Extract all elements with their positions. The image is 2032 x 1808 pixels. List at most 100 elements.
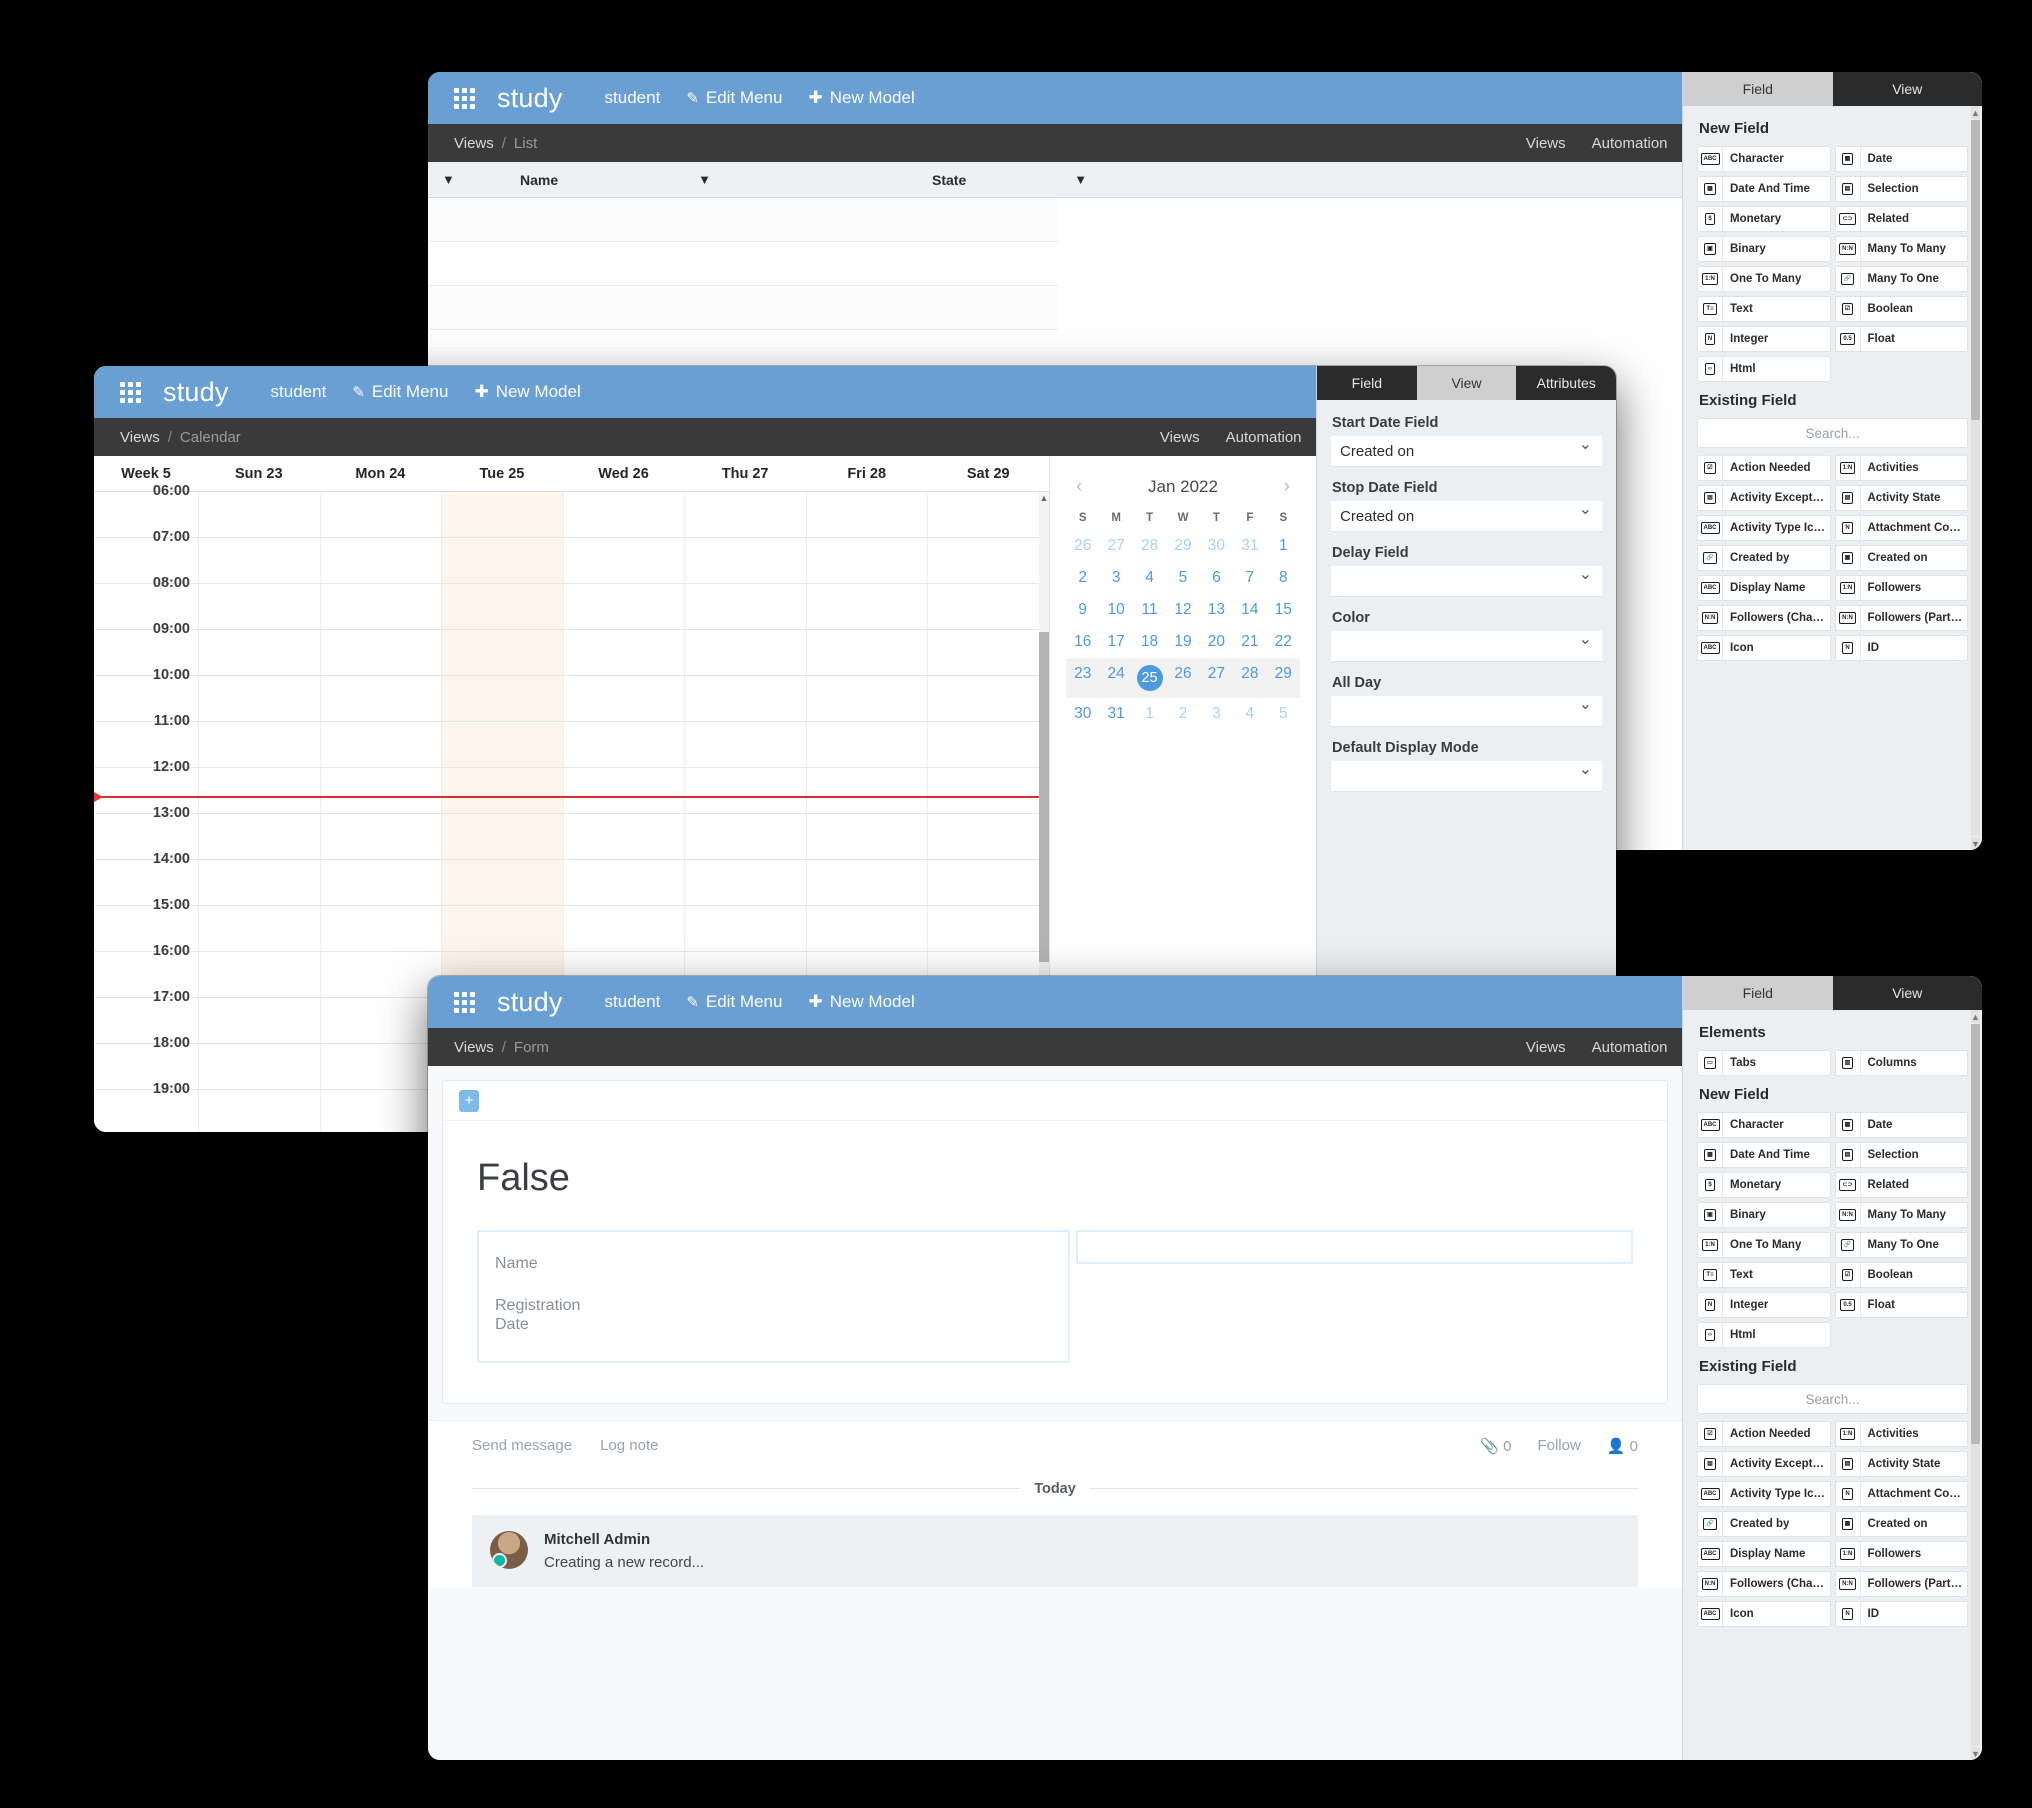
- datepicker-day[interactable]: 29: [1166, 530, 1199, 562]
- field-type-binary[interactable]: ▣ Binary: [1697, 236, 1831, 262]
- tab-view[interactable]: View: [1833, 72, 1983, 106]
- tab-field[interactable]: Field: [1317, 366, 1417, 400]
- edit-menu-button[interactable]: ✎ Edit Menu: [686, 992, 782, 1012]
- datepicker-day[interactable]: 19: [1166, 626, 1199, 658]
- field-type-character[interactable]: ABC Display Name: [1697, 1541, 1831, 1567]
- scroll-up-icon[interactable]: ▲: [1971, 1010, 1980, 1023]
- subbar-link-automation[interactable]: Automation: [1226, 429, 1302, 446]
- field-type-many-to-many[interactable]: N:N Followers (Part…: [1834, 1571, 1968, 1597]
- calendar-col-header[interactable]: Sun 23: [198, 456, 320, 491]
- tab-field[interactable]: Field: [1683, 976, 1833, 1010]
- existing-field-search-input[interactable]: Search...: [1697, 1384, 1968, 1414]
- field-type-many-to-many[interactable]: N:N Many To Many: [1834, 1202, 1968, 1228]
- view-attribute-select[interactable]: Created on: [1331, 434, 1602, 467]
- datepicker-day[interactable]: 6: [1200, 562, 1233, 594]
- datepicker-day[interactable]: 26: [1166, 658, 1199, 698]
- calendar-col-header[interactable]: Wed 26: [563, 456, 685, 491]
- datepicker-day[interactable]: 10: [1099, 594, 1132, 626]
- send-message-button[interactable]: Send message: [472, 1437, 572, 1454]
- subbar-link-automation[interactable]: Automation: [1592, 135, 1668, 152]
- new-model-button[interactable]: ✚ New Model: [808, 88, 914, 108]
- calendar-hour-row[interactable]: 09:00: [94, 621, 1049, 676]
- calendar-hour-row[interactable]: 11:00: [94, 713, 1049, 768]
- field-type-boolean[interactable]: ☑ Boolean: [1834, 296, 1968, 322]
- panel-scrollbar[interactable]: ▲ ▼: [1971, 1010, 1980, 1760]
- field-type-selection[interactable]: ▤ Selection: [1834, 176, 1968, 202]
- datepicker-day[interactable]: 5: [1166, 562, 1199, 594]
- table-row[interactable]: [428, 286, 1058, 330]
- datepicker-day[interactable]: 27: [1099, 530, 1132, 562]
- field-type-binary[interactable]: ▣ Binary: [1697, 1202, 1831, 1228]
- datepicker-day[interactable]: 3: [1099, 562, 1132, 594]
- datepicker-day[interactable]: 9: [1066, 594, 1099, 626]
- menu-item-student[interactable]: student: [605, 992, 661, 1012]
- field-type-integer[interactable]: N Integer: [1697, 1292, 1831, 1318]
- field-type-integer[interactable]: N Attachment Co…: [1834, 515, 1968, 541]
- field-type-datetime[interactable]: ▦ Created on: [1834, 545, 1968, 571]
- field-type-one-to-many[interactable]: 1:N One To Many: [1697, 1232, 1831, 1258]
- field-type-integer[interactable]: N Attachment Co…: [1834, 1481, 1968, 1507]
- view-attribute-select[interactable]: Created on: [1331, 499, 1602, 532]
- calendar-col-header[interactable]: Thu 27: [684, 456, 806, 491]
- edit-menu-button[interactable]: ✎ Edit Menu: [686, 88, 782, 108]
- field-type-character[interactable]: ABC Icon: [1697, 635, 1831, 661]
- field-type-integer[interactable]: N Integer: [1697, 326, 1831, 352]
- field-type-integer[interactable]: N ID: [1834, 635, 1968, 661]
- calendar-hour-row[interactable]: 14:00: [94, 851, 1049, 906]
- calendar-col-header[interactable]: Tue 25: [441, 456, 563, 491]
- calendar-col-header[interactable]: Fri 28: [806, 456, 928, 491]
- field-type-selection[interactable]: ▤ Activity Except…: [1697, 485, 1831, 511]
- field-type-datetime[interactable]: ▦ Created on: [1834, 1511, 1968, 1537]
- tab-view[interactable]: View: [1833, 976, 1983, 1010]
- calendar-hour-row[interactable]: 10:00: [94, 667, 1049, 722]
- subbar-link-views[interactable]: Views: [1160, 429, 1200, 446]
- datepicker-day[interactable]: 12: [1166, 594, 1199, 626]
- calendar-col-header[interactable]: Mon 24: [320, 456, 442, 491]
- field-type-many-to-one[interactable]: 🔗 Created by: [1697, 545, 1831, 571]
- prev-month-button[interactable]: ‹: [1066, 476, 1092, 498]
- calendar-hour-row[interactable]: 07:00: [94, 529, 1049, 584]
- calendar-col-header[interactable]: Sat 29: [927, 456, 1049, 491]
- field-type-character[interactable]: ABC Character: [1697, 1112, 1831, 1138]
- form-empty-slot[interactable]: [1076, 1230, 1633, 1264]
- field-type-many-to-one[interactable]: 🔗 Many To One: [1834, 1232, 1968, 1258]
- field-type-character[interactable]: ABC Icon: [1697, 1601, 1831, 1627]
- tab-attributes[interactable]: Attributes: [1516, 366, 1616, 400]
- list-header-select[interactable]: ▼: [428, 172, 520, 187]
- field-type-float[interactable]: 0.5 Float: [1834, 326, 1968, 352]
- breadcrumb-root[interactable]: Views: [454, 135, 494, 152]
- new-model-button[interactable]: ✚ New Model: [474, 382, 580, 402]
- field-type-one-to-many[interactable]: 1:N One To Many: [1697, 266, 1831, 292]
- calendar-hour-row[interactable]: 13:00: [94, 805, 1049, 860]
- tab-field[interactable]: Field: [1683, 72, 1833, 106]
- attachment-counter[interactable]: 📎 0: [1480, 1437, 1511, 1455]
- list-header-state[interactable]: State ▼: [910, 172, 1316, 188]
- edit-menu-button[interactable]: ✎ Edit Menu: [352, 382, 448, 402]
- field-type-related[interactable]: ⊂⊃ Related: [1834, 1172, 1968, 1198]
- field-type-selection[interactable]: ▤ Activity State: [1834, 1451, 1968, 1477]
- datepicker-day[interactable]: 21: [1233, 626, 1266, 658]
- scroll-down-icon[interactable]: ▼: [1971, 837, 1980, 850]
- field-type-date[interactable]: ▦ Date: [1834, 1112, 1968, 1138]
- window-form-view[interactable]: study student ✎ Edit Menu ✚ New Model Cl…: [428, 976, 1982, 1760]
- log-note-button[interactable]: Log note: [600, 1437, 658, 1454]
- apps-grid-icon[interactable]: [454, 87, 475, 109]
- field-type-one-to-many[interactable]: 1:N Activities: [1834, 455, 1968, 481]
- datepicker-day[interactable]: 14: [1233, 594, 1266, 626]
- field-type-columns[interactable]: ▥ Columns: [1834, 1050, 1968, 1076]
- field-type-date[interactable]: ▦ Date: [1834, 146, 1968, 172]
- datepicker-day[interactable]: 16: [1066, 626, 1099, 658]
- datepicker-day[interactable]: 15: [1267, 594, 1300, 626]
- datepicker-day[interactable]: 3: [1200, 698, 1233, 730]
- datepicker-day[interactable]: 1: [1267, 530, 1300, 562]
- field-type-one-to-many[interactable]: 1:N Followers: [1834, 1541, 1968, 1567]
- apps-grid-icon[interactable]: [454, 991, 475, 1013]
- scroll-up-icon[interactable]: ▲: [1971, 106, 1980, 119]
- datepicker-day[interactable]: 13: [1200, 594, 1233, 626]
- datepicker-day[interactable]: 31: [1233, 530, 1266, 562]
- field-type-many-to-one[interactable]: 🔗 Created by: [1697, 1511, 1831, 1537]
- scroll-up-icon[interactable]: ▲: [1039, 492, 1049, 504]
- breadcrumb-root[interactable]: Views: [454, 1039, 494, 1056]
- field-type-text[interactable]: T≡ Text: [1697, 1262, 1831, 1288]
- datepicker-day[interactable]: 23: [1066, 658, 1099, 698]
